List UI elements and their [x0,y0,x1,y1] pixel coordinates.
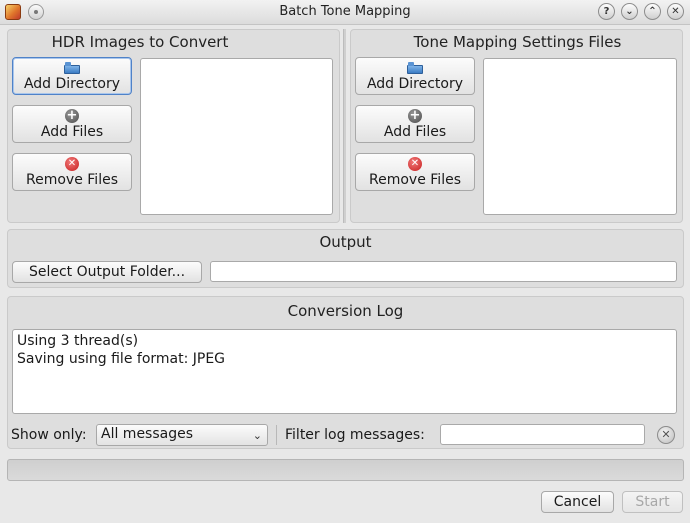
output-panel-title: Output [319,233,372,251]
hdr-add-files-label: Add Files [40,124,104,140]
hdr-panel-title: HDR Images to Convert [51,33,229,51]
maximize-icon[interactable]: ⌃ [644,3,661,20]
add-icon: + [408,108,422,123]
filter-log-label: Filter log messages: [285,427,425,443]
output-folder-field[interactable] [210,261,677,282]
tm-add-directory-button[interactable]: Add Directory [355,57,475,95]
tm-panel-title: Tone Mapping Settings Files [413,33,622,51]
log-line: Saving using file format: JPEG [17,351,226,367]
log-text-area[interactable]: Using 3 thread(s) Saving using file form… [12,329,677,414]
folder-icon [64,61,80,74]
hdr-files-list[interactable] [140,58,333,215]
hdr-remove-files-label: Remove Files [26,172,118,188]
log-line: Using 3 thread(s) [17,333,139,349]
folder-icon [407,61,423,74]
start-button[interactable]: Start [622,491,683,513]
log-panel-title: Conversion Log [287,302,404,320]
select-output-folder-button[interactable]: Select Output Folder... [12,261,202,283]
tm-add-files-label: Add Files [383,124,447,140]
tm-add-files-button[interactable]: + Add Files [355,105,475,143]
hdr-add-directory-label: Add Directory [23,76,121,92]
chevron-down-icon: ⌄ [252,429,262,442]
show-only-label: Show only: [11,427,87,443]
remove-icon: ✕ [65,157,79,171]
title-bar[interactable]: Batch Tone Mapping ? ⌄ ⌃ ✕ [0,0,690,25]
filter-log-input[interactable] [440,424,645,445]
show-only-select[interactable]: All messages ⌄ [96,424,268,446]
tm-remove-files-button[interactable]: ✕ Remove Files [355,153,475,191]
tm-add-directory-label: Add Directory [366,76,464,92]
close-icon[interactable]: ✕ [667,3,684,20]
minimize-icon[interactable]: ⌄ [621,3,638,20]
help-icon[interactable]: ? [598,3,615,20]
window-title: Batch Tone Mapping [279,4,411,19]
log-toolbar-divider [276,425,277,445]
tm-files-list[interactable] [483,58,677,215]
clear-filter-icon[interactable]: ✕ [657,426,675,444]
tm-remove-files-label: Remove Files [369,172,461,188]
remove-icon: ✕ [408,157,422,171]
hdr-add-files-button[interactable]: + Add Files [12,105,132,143]
progress-bar [7,459,684,481]
show-only-value: All messages [101,426,194,442]
add-icon: + [65,108,79,123]
hdr-remove-files-button[interactable]: ✕ Remove Files [12,153,132,191]
panel-separator [343,29,346,223]
cancel-button[interactable]: Cancel [541,491,614,513]
hdr-add-directory-button[interactable]: Add Directory [12,57,132,95]
